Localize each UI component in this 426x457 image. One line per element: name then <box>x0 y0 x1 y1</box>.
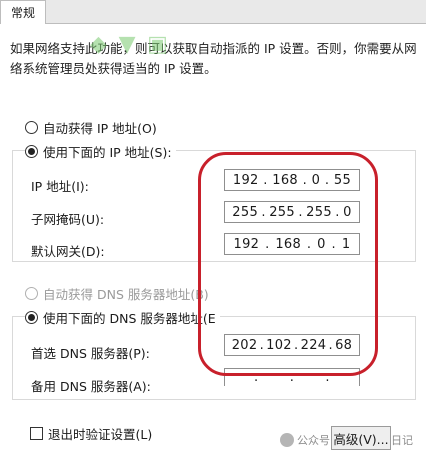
ip-address-input[interactable]: 192. 168. 0. 55 <box>224 169 360 191</box>
radio-manual-ip[interactable]: 使用下面的 IP 地址(S): <box>25 142 176 161</box>
octet-separator: . <box>254 370 259 385</box>
octet-separator: . <box>302 172 308 188</box>
validate-on-exit-checkbox[interactable]: 退出时验证设置(L) <box>30 424 152 443</box>
description-line-1: 如果网络支持此功能，则可以获取自动指派的 IP 设置。否则，你需要从网 <box>10 41 417 56</box>
ip-octet-3[interactable]: 0 <box>312 173 321 188</box>
preferred-dns-octet-2[interactable]: 102 <box>266 338 292 353</box>
octet-separator: . <box>306 236 312 252</box>
gateway-octet-2[interactable]: 168 <box>275 237 301 252</box>
octet-separator: . <box>289 370 295 385</box>
validate-checkbox-label: 退出时验证设置(L) <box>48 427 153 442</box>
radio-auto-ip-circle[interactable] <box>25 121 38 134</box>
radio-manual-dns[interactable]: 使用下面的 DNS 服务器地址(E <box>25 308 220 327</box>
subnet-octet-4[interactable]: 0 <box>343 205 352 220</box>
validate-checkbox-box[interactable] <box>30 427 43 440</box>
preferred-dns-label: 首选 DNS 服务器(P): <box>31 346 150 361</box>
radio-auto-ip[interactable]: 自动获得 IP 地址(O) <box>25 118 157 137</box>
subnet-mask-label: 子网掩码(U): <box>31 212 105 227</box>
preferred-dns-octet-1[interactable]: 202 <box>232 338 258 353</box>
ipv4-properties-window: 常规 如果网络支持此功能，则可以获取自动指派的 IP 设置。否则，你需要从网 络… <box>0 0 426 457</box>
alternate-dns-label: 备用 DNS 服务器(A): <box>31 379 151 394</box>
watermark-name: 日记 <box>391 434 413 447</box>
radio-manual-ip-circle[interactable] <box>25 145 38 158</box>
radio-auto-ip-label: 自动获得 IP 地址(O) <box>43 121 157 136</box>
subnet-octet-3[interactable]: 255 <box>306 205 332 220</box>
wechat-icon <box>280 433 294 447</box>
octet-separator: . <box>335 204 340 220</box>
radio-auto-dns[interactable]: 自动获得 DNS 服务器地址(B) <box>25 284 209 303</box>
description-text: 如果网络支持此功能，则可以获取自动指派的 IP 设置。否则，你需要从网 络系统管… <box>10 39 417 79</box>
octet-separator: . <box>298 204 303 220</box>
description-line-2: 络系统管理员处获得适当的 IP 设置。 <box>10 61 217 76</box>
ip-octet-1[interactable]: 192 <box>233 173 259 188</box>
subnet-octet-1[interactable]: 255 <box>232 205 258 220</box>
octet-separator: . <box>328 337 333 353</box>
gateway-input[interactable]: 192. 168. 0. 1 <box>224 233 360 255</box>
advanced-button[interactable]: 高级(V)... <box>331 426 391 450</box>
radio-manual-dns-circle[interactable] <box>25 311 38 324</box>
preferred-dns-octet-3[interactable]: 224 <box>301 338 327 353</box>
ip-octet-4[interactable]: 55 <box>334 173 351 188</box>
gateway-octet-4[interactable]: 1 <box>342 237 351 252</box>
radio-manual-ip-label: 使用下面的 IP 地址(S): <box>43 145 172 160</box>
octet-separator: . <box>294 337 299 353</box>
subnet-mask-input[interactable]: 255. 255. 255. 0 <box>224 201 360 223</box>
preferred-dns-input[interactable]: 202. 102. 224. 68 <box>224 334 360 356</box>
tab-general[interactable]: 常规 <box>0 0 46 24</box>
radio-auto-dns-label: 自动获得 DNS 服务器地址(B) <box>43 287 209 302</box>
gateway-octet-1[interactable]: 192 <box>234 237 260 252</box>
octet-separator: . <box>331 236 336 252</box>
ip-octet-2[interactable]: 168 <box>272 173 298 188</box>
ip-address-label: IP 地址(I): <box>31 179 89 194</box>
gateway-octet-3[interactable]: 0 <box>317 237 326 252</box>
octet-separator: . <box>265 236 270 252</box>
octet-separator: . <box>261 204 266 220</box>
subnet-octet-2[interactable]: 255 <box>269 205 295 220</box>
preferred-dns-octet-4[interactable]: 68 <box>335 338 352 353</box>
octet-separator: . <box>325 370 330 385</box>
alternate-dns-input[interactable]: . . . <box>224 368 360 386</box>
octet-separator: . <box>263 172 268 188</box>
gateway-label: 默认网关(D): <box>31 244 105 259</box>
octet-separator: . <box>259 337 264 353</box>
radio-auto-dns-circle[interactable] <box>25 287 38 300</box>
octet-separator: . <box>324 172 330 188</box>
radio-manual-dns-label: 使用下面的 DNS 服务器地址(E <box>43 311 216 326</box>
